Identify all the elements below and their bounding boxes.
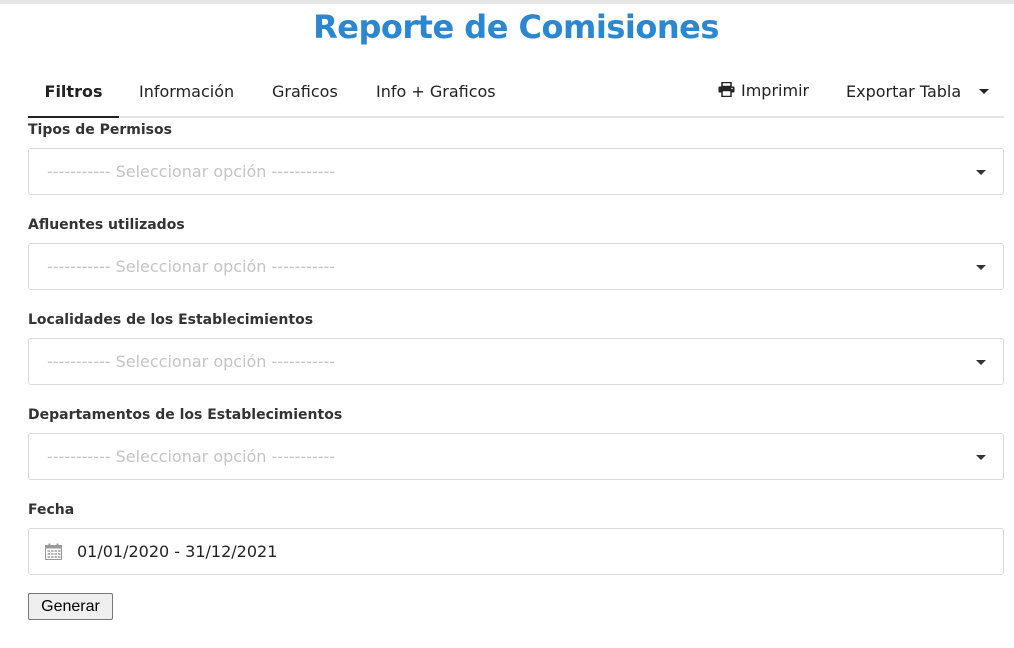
select-placeholder: ----------- Seleccionar opción ---------…: [47, 162, 336, 181]
top-border: [0, 0, 1014, 4]
tab-bar: Filtros Información Graficos Info + Graf…: [28, 69, 1004, 118]
generate-button[interactable]: Generar: [28, 593, 113, 620]
filter-label-tipos-permisos: Tipos de Permisos: [28, 122, 172, 138]
dropdown-arrow-icon: [976, 455, 986, 460]
tab-filtros[interactable]: Filtros: [28, 69, 119, 118]
export-label: Exportar Tabla: [846, 82, 962, 101]
date-label: Fecha: [28, 502, 75, 518]
select-placeholder: ----------- Seleccionar opción ---------…: [47, 257, 336, 276]
tab-graficos[interactable]: Graficos: [272, 69, 338, 118]
select-afluentes[interactable]: ----------- Seleccionar opción ---------…: [28, 243, 1004, 290]
date-range-input[interactable]: 01/01/2020 - 31/12/2021: [28, 528, 1004, 575]
export-table-button[interactable]: Exportar Tabla: [846, 69, 990, 115]
caret-down-icon: [979, 89, 990, 94]
select-localidades[interactable]: ----------- Seleccionar opción ---------…: [28, 338, 1004, 385]
select-placeholder: ----------- Seleccionar opción ---------…: [47, 447, 336, 466]
calendar-icon: [45, 543, 62, 560]
select-departamentos[interactable]: ----------- Seleccionar opción ---------…: [28, 433, 1004, 480]
dropdown-arrow-icon: [976, 170, 986, 175]
select-placeholder: ----------- Seleccionar opción ---------…: [47, 352, 336, 371]
filter-label-departamentos: Departamentos de los Establecimientos: [28, 407, 343, 423]
dropdown-arrow-icon: [976, 265, 986, 270]
print-button[interactable]: Imprimir: [718, 69, 809, 113]
tab-info-graficos[interactable]: Info + Graficos: [376, 69, 496, 118]
print-label: Imprimir: [741, 81, 810, 100]
select-tipos-permisos[interactable]: ----------- Seleccionar opción ---------…: [28, 148, 1004, 195]
date-range-value: 01/01/2020 - 31/12/2021: [77, 542, 278, 561]
page-title: Reporte de Comisiones: [313, 8, 719, 46]
filter-label-afluentes: Afluentes utilizados: [28, 217, 185, 233]
printer-icon: [718, 81, 735, 98]
dropdown-arrow-icon: [976, 360, 986, 365]
filter-label-localidades: Localidades de los Establecimientos: [28, 312, 314, 328]
tab-informacion[interactable]: Información: [139, 69, 234, 118]
